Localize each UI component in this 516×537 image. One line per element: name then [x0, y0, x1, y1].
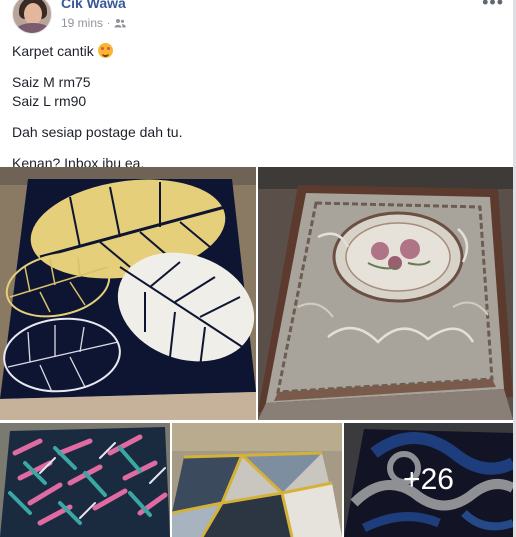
post-timestamp[interactable]: 19 mins: [61, 16, 103, 30]
text-line-size-m: Saiz M rm75: [12, 74, 91, 90]
post-meta: 19 mins ·: [61, 16, 127, 30]
text-line-1: Karpet cantik: [12, 42, 492, 61]
author-avatar[interactable]: [12, 0, 52, 34]
meta-separator: ·: [107, 17, 111, 29]
photo-swirl-carpet[interactable]: +26: [344, 423, 513, 537]
photo-geometric-carpet[interactable]: [172, 423, 342, 537]
more-photos-overlay[interactable]: +26: [344, 423, 513, 537]
post-header: Cik Wawa 19 mins · •••: [8, 0, 508, 36]
photo-leaf-carpet[interactable]: [0, 167, 256, 420]
photo-medallion-carpet[interactable]: [258, 167, 513, 420]
post-text: Karpet cantik Saiz M rm75 Saiz L rm90 Da…: [12, 42, 492, 173]
text-line-postage: Dah sesiap postage dah tu.: [12, 124, 183, 140]
text-line-title: Karpet cantik: [12, 43, 94, 59]
photo-tropical-leaf-carpet[interactable]: [0, 423, 170, 537]
text-line-size-l: Saiz L rm90: [12, 93, 87, 109]
smiling-face-with-hearts-icon: [97, 43, 113, 58]
friends-icon[interactable]: [114, 18, 127, 28]
author-name[interactable]: Cik Wawa: [61, 0, 126, 11]
more-options-button[interactable]: •••: [482, 0, 504, 13]
more-photos-count: +26: [403, 463, 454, 496]
facebook-post: Cik Wawa 19 mins · ••• Karpet cantik Sai…: [0, 0, 516, 537]
